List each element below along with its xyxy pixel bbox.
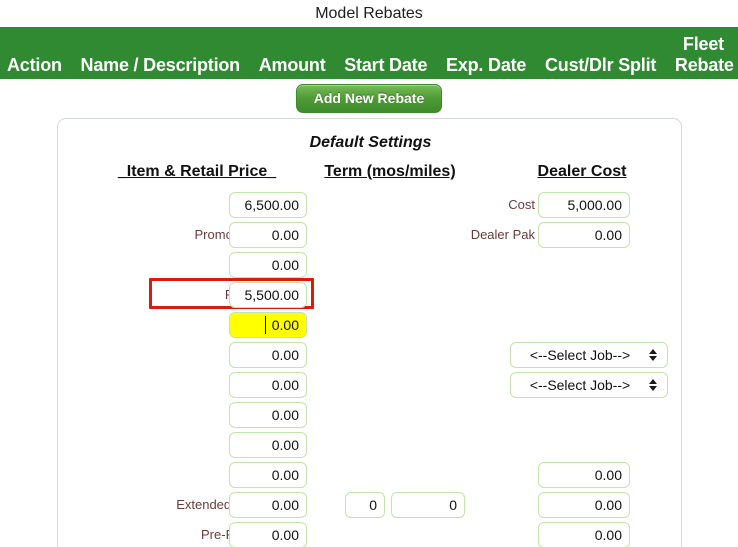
app-screen: Model Rebates Action Name / Description … [0,0,738,547]
select-setup-job-value: <--Select Job--> [530,347,648,363]
settings-rows: MSRP Cost Promo Discount Dealer Pak Pric… [58,191,683,547]
page-title: Model Rebates [0,0,738,27]
column-heading-term: Term (mos/miles) [290,163,490,181]
column-heading-item-retail-price: _Item & Retail Price_ [92,163,302,181]
row-promo-discount: Promo Discount Dealer Pak [58,221,683,251]
default-settings-panel: Default Settings _Item & Retail Price_ T… [57,118,682,547]
input-setup[interactable] [229,342,307,368]
input-extended-warranty[interactable] [229,492,307,518]
select-setup-job[interactable]: <--Select Job--> [510,342,668,368]
grid-column-amount: Amount [256,55,329,76]
input-pdi[interactable] [229,372,307,398]
column-heading-dealer-cost: Dealer Cost [502,163,662,181]
input-dealer-pak[interactable] [538,222,630,248]
input-extended-warranty-term-months[interactable] [345,492,385,518]
input-pre-paid-maint[interactable] [229,522,307,547]
row-pre-paid-maint: Pre-Paid Maint [58,521,683,547]
column-headings: _Item & Retail Price_ Term (mos/miles) D… [58,163,683,187]
input-gap-dealer-cost[interactable] [538,462,630,488]
row-setup: Setup <--Select Job--> [58,341,683,371]
stepper-arrows-icon [649,349,657,361]
input-holdback[interactable] [229,402,307,428]
row-msrp: MSRP Cost [58,191,683,221]
row-price: Price [58,251,683,281]
input-gap[interactable] [229,462,307,488]
input-promo-discount[interactable] [229,222,307,248]
stepper-arrows-icon [649,379,657,391]
input-fleet-price[interactable] [229,282,307,308]
input-bid-assist[interactable] [229,432,307,458]
input-extended-warranty-dealer-cost[interactable] [538,492,630,518]
row-extended-warranty: Extended Warranty [58,491,683,521]
grid-column-cust-dlr-split: Cust/Dlr Split [542,55,659,76]
select-pdi-job[interactable]: <--Select Job--> [510,372,668,398]
rebates-grid-header: Action Name / Description Amount Start D… [0,27,738,79]
row-holdback: Holdback [58,401,683,431]
input-cost[interactable] [538,192,630,218]
input-pre-paid-maint-dealer-cost[interactable] [538,522,630,547]
row-pdi: PDI <--Select Job--> [58,371,683,401]
row-bid-assist: Bid Assist [58,431,683,461]
add-new-rebate-button[interactable]: Add New Rebate [296,84,442,113]
grid-column-exp-date: Exp. Date [443,55,529,76]
grid-toolbar: Add New Rebate [0,79,738,118]
input-freight[interactable] [229,312,307,338]
row-freight: Freight [58,311,683,341]
row-fleet-price: Fleet Price [58,281,683,311]
input-msrp[interactable] [229,192,307,218]
grid-column-name-description: Name / Description [78,55,243,76]
label-cost: Cost [508,191,535,221]
default-settings-title: Default Settings [58,134,683,152]
label-dealer-pak: Dealer Pak [471,221,535,251]
grid-column-action: Action [4,55,65,76]
select-pdi-job-value: <--Select Job--> [530,377,648,393]
input-extended-warranty-term-miles[interactable] [391,492,465,518]
row-gap: GAP [58,461,683,491]
grid-column-start-date: Start Date [341,55,430,76]
grid-column-fleet-rebate: Fleet Rebate [672,34,734,76]
input-price[interactable] [229,252,307,278]
